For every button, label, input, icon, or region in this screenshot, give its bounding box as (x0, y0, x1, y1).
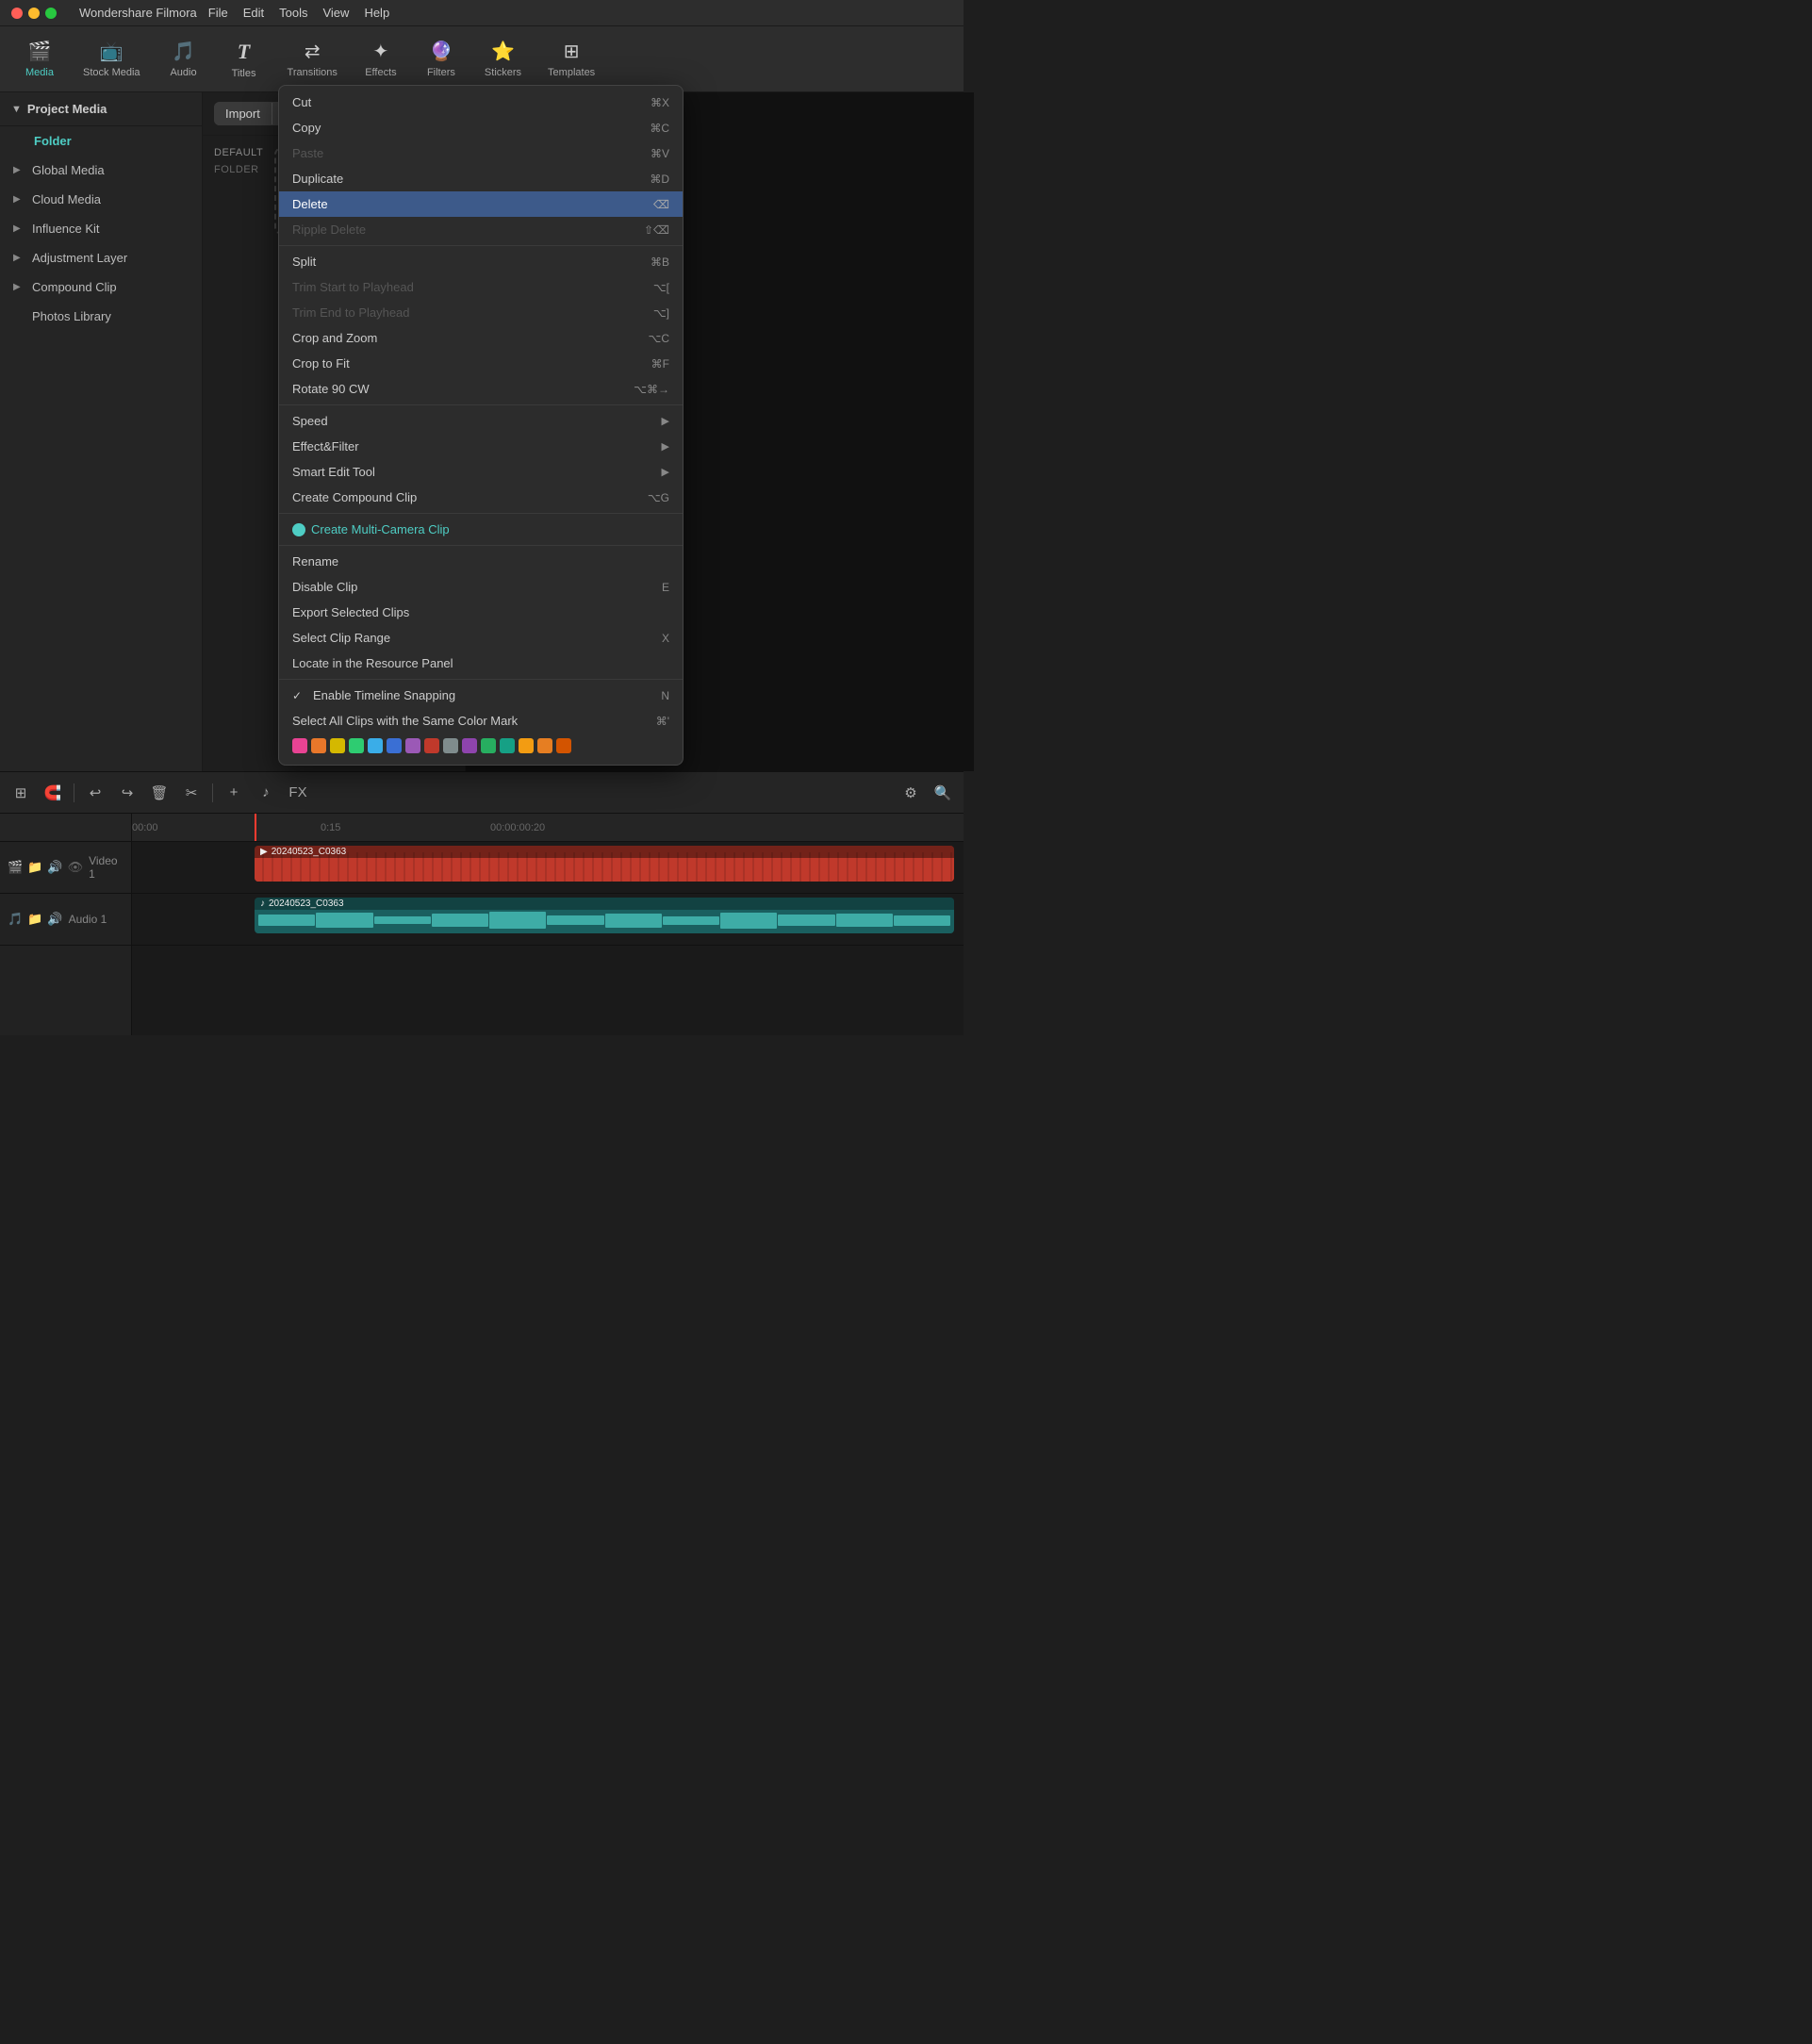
crop-zoom-label: Crop and Zoom (292, 331, 377, 345)
smart-edit-label: Smart Edit Tool (292, 465, 375, 479)
color-swatch-orange[interactable] (311, 738, 326, 753)
ctx-cut[interactable]: Cut ⌘X (279, 90, 683, 115)
multicam-label-wrapper: Create Multi-Camera Clip (292, 522, 450, 536)
color-swatch-red[interactable] (424, 738, 439, 753)
ctx-select-color-mark[interactable]: Select All Clips with the Same Color Mar… (279, 708, 683, 734)
create-compound-label: Create Compound Clip (292, 490, 417, 504)
select-color-mark-shortcut: ⌘' (656, 715, 669, 728)
enable-snapping-shortcut: N (661, 689, 669, 702)
ctx-effect-filter[interactable]: Effect&Filter ▶ (279, 434, 683, 459)
duplicate-label: Duplicate (292, 172, 343, 186)
color-swatches-row (279, 734, 683, 761)
cut-label: Cut (292, 95, 311, 109)
enable-snapping-label: Enable Timeline Snapping (313, 688, 455, 702)
rotate-shortcut: ⌥⌘→ (634, 383, 669, 396)
rotate-label: Rotate 90 CW (292, 382, 370, 396)
trim-end-shortcut: ⌥] (653, 306, 669, 320)
ripple-delete-shortcut: ⇧⌫ (644, 223, 669, 237)
export-selected-label: Export Selected Clips (292, 605, 409, 619)
copy-shortcut: ⌘C (650, 122, 669, 135)
ctx-crop-fit[interactable]: Crop to Fit ⌘F (279, 351, 683, 376)
color-swatch-emerald[interactable] (481, 738, 496, 753)
crop-fit-shortcut: ⌘F (651, 357, 669, 371)
ctx-disable-clip[interactable]: Disable Clip E (279, 574, 683, 600)
color-swatch-amber[interactable] (519, 738, 534, 753)
ctx-divider-2 (279, 404, 683, 405)
ctx-ripple-delete[interactable]: Ripple Delete ⇧⌫ (279, 217, 683, 242)
paste-label: Paste (292, 146, 323, 160)
duplicate-shortcut: ⌘D (650, 173, 669, 186)
color-swatch-pumpkin[interactable] (556, 738, 571, 753)
crop-zoom-shortcut: ⌥C (649, 332, 670, 345)
crop-fit-label: Crop to Fit (292, 356, 350, 371)
speed-arrow-icon: ▶ (662, 415, 669, 427)
ctx-smart-edit[interactable]: Smart Edit Tool ▶ (279, 459, 683, 485)
color-swatch-green[interactable] (349, 738, 364, 753)
ctx-trim-end[interactable]: Trim End to Playhead ⌥] (279, 300, 683, 325)
ctx-rename[interactable]: Rename (279, 549, 683, 574)
delete-shortcut: ⌫ (653, 198, 669, 211)
split-shortcut: ⌘B (651, 256, 669, 269)
ctx-rotate[interactable]: Rotate 90 CW ⌥⌘→ (279, 376, 683, 402)
ctx-split[interactable]: Split ⌘B (279, 249, 683, 274)
create-multicam-label: Create Multi-Camera Clip (311, 522, 450, 536)
select-color-mark-label: Select All Clips with the Same Color Mar… (292, 714, 518, 728)
rename-label: Rename (292, 554, 338, 569)
context-menu-overlay[interactable]: Cut ⌘X Copy ⌘C Paste ⌘V Duplicate ⌘D Del… (0, 0, 1812, 2044)
color-swatch-carrot[interactable] (537, 738, 552, 753)
effect-filter-label: Effect&Filter (292, 439, 359, 453)
split-label: Split (292, 255, 316, 269)
ctx-crop-zoom[interactable]: Crop and Zoom ⌥C (279, 325, 683, 351)
delete-label: Delete (292, 197, 328, 211)
smart-edit-arrow-icon: ▶ (662, 466, 669, 478)
ctx-divider-3 (279, 513, 683, 514)
ctx-create-multicam[interactable]: Create Multi-Camera Clip (279, 517, 683, 542)
copy-label: Copy (292, 121, 321, 135)
disable-clip-label: Disable Clip (292, 580, 357, 594)
ctx-delete[interactable]: Delete ⌫ (279, 191, 683, 217)
cut-shortcut: ⌘X (651, 96, 669, 109)
trim-start-shortcut: ⌥[ (653, 281, 669, 294)
ctx-paste[interactable]: Paste ⌘V (279, 140, 683, 166)
checkmark-icon: ✓ (292, 689, 307, 702)
ctx-trim-start[interactable]: Trim Start to Playhead ⌥[ (279, 274, 683, 300)
ctx-create-compound[interactable]: Create Compound Clip ⌥G (279, 485, 683, 510)
disable-clip-shortcut: E (662, 581, 669, 594)
effect-filter-arrow-icon: ▶ (662, 440, 669, 453)
color-swatch-pink[interactable] (292, 738, 307, 753)
color-swatch-violet[interactable] (462, 738, 477, 753)
color-swatch-blue[interactable] (368, 738, 383, 753)
locate-resource-label: Locate in the Resource Panel (292, 656, 453, 670)
select-range-shortcut: X (662, 632, 669, 645)
speed-label: Speed (292, 414, 328, 428)
ctx-copy[interactable]: Copy ⌘C (279, 115, 683, 140)
ctx-export-selected[interactable]: Export Selected Clips (279, 600, 683, 625)
ctx-speed[interactable]: Speed ▶ (279, 408, 683, 434)
ctx-divider-5 (279, 679, 683, 680)
context-menu: Cut ⌘X Copy ⌘C Paste ⌘V Duplicate ⌘D Del… (278, 85, 684, 766)
trim-start-label: Trim Start to Playhead (292, 280, 414, 294)
ctx-select-range[interactable]: Select Clip Range X (279, 625, 683, 651)
color-swatch-yellow[interactable] (330, 738, 345, 753)
ctx-divider-4 (279, 545, 683, 546)
color-swatch-purple[interactable] (405, 738, 420, 753)
color-swatch-darkblue[interactable] (387, 738, 402, 753)
snapping-wrapper: ✓ Enable Timeline Snapping (292, 688, 455, 702)
create-compound-shortcut: ⌥G (648, 491, 669, 504)
multicam-dot-icon (292, 523, 305, 536)
color-swatch-teal[interactable] (500, 738, 515, 753)
ctx-divider-1 (279, 245, 683, 246)
color-swatch-gray[interactable] (443, 738, 458, 753)
select-range-label: Select Clip Range (292, 631, 390, 645)
trim-end-label: Trim End to Playhead (292, 305, 410, 320)
ctx-enable-snapping[interactable]: ✓ Enable Timeline Snapping N (279, 683, 683, 708)
ctx-duplicate[interactable]: Duplicate ⌘D (279, 166, 683, 191)
paste-shortcut: ⌘V (651, 147, 669, 160)
ripple-delete-label: Ripple Delete (292, 223, 366, 237)
ctx-locate-resource[interactable]: Locate in the Resource Panel (279, 651, 683, 676)
